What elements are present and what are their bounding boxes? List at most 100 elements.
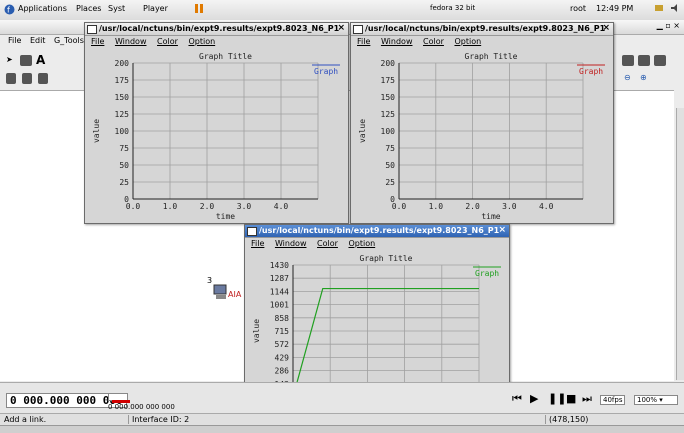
- plot-window-1-menu: File Window Color Option: [91, 37, 223, 46]
- x-tick-label: 0.0: [392, 202, 407, 211]
- plot-2-chart: Graph Title02550751001251501752000.0 1.0 2…: [358, 52, 605, 221]
- node-id: 3: [207, 276, 213, 285]
- x-tick-label: 3.0: [237, 202, 252, 211]
- y-tick-label: 1430: [270, 261, 289, 270]
- player-menu[interactable]: Player: [143, 4, 168, 13]
- y-axis-label: value: [92, 119, 101, 143]
- interface-id: Interface ID: 2: [128, 415, 189, 424]
- y-tick-label: 572: [275, 340, 290, 349]
- menu-edit[interactable]: Edit: [30, 36, 46, 45]
- zoom-value: 100%: [637, 396, 658, 404]
- applications-menu[interactable]: Applications: [18, 4, 67, 13]
- plot-window-1-titlebar[interactable]: /usr/local/nctuns/bin/expt9.results/expt…: [85, 23, 348, 36]
- y-tick-label: 1144: [270, 287, 289, 296]
- legend-label: Graph: [314, 67, 338, 76]
- zoom-select[interactable]: 100% ▾: [634, 395, 678, 405]
- places-menu[interactable]: Places: [76, 4, 101, 13]
- fedora-logo-icon[interactable]: f: [4, 4, 15, 17]
- close-icon[interactable]: ×: [337, 23, 345, 33]
- y-tick-label: 125: [115, 110, 130, 119]
- system-menu[interactable]: Syst: [108, 4, 125, 13]
- arrow-tool-icon[interactable]: ➤: [6, 55, 13, 64]
- y-tick-label: 1001: [270, 301, 289, 310]
- volume-icon[interactable]: [670, 3, 680, 15]
- menu-file[interactable]: File: [251, 239, 264, 248]
- y-tick-label: 429: [275, 353, 290, 362]
- stop-icon[interactable]: ■: [566, 392, 576, 405]
- tool-icon-a[interactable]: [622, 55, 634, 66]
- tool-icon-c[interactable]: [654, 55, 666, 66]
- menu-option[interactable]: Option: [188, 37, 215, 46]
- menu-color[interactable]: Color: [423, 37, 444, 46]
- menu-window[interactable]: Window: [275, 239, 307, 248]
- menu-window[interactable]: Window: [115, 37, 147, 46]
- menu-color[interactable]: Color: [157, 37, 178, 46]
- pause-button-icon[interactable]: ❚❚: [548, 392, 566, 405]
- vertical-scrollbar[interactable]: [676, 108, 684, 380]
- menu-file[interactable]: File: [91, 37, 104, 46]
- plot-window-1: /usr/local/nctuns/bin/expt9.results/expt…: [84, 22, 349, 224]
- menu-color[interactable]: Color: [317, 239, 338, 248]
- plot-window-2: /usr/local/nctuns/bin/expt9.results/expt…: [350, 22, 614, 224]
- menu-gtools[interactable]: G_Tools: [54, 36, 84, 45]
- y-tick-label: 200: [381, 59, 396, 68]
- x-axis-label: time: [216, 212, 235, 221]
- network-icon[interactable]: [654, 3, 664, 15]
- host-tool-icon[interactable]: [20, 55, 32, 66]
- y-tick-label: 175: [115, 76, 130, 85]
- window-title: /usr/local/nctuns/bin/expt9.results/expt…: [259, 226, 500, 235]
- forward-icon[interactable]: ⏭: [582, 392, 592, 406]
- pause-icon[interactable]: [194, 3, 204, 16]
- y-tick-label: 858: [275, 314, 290, 323]
- y-tick-label: 150: [115, 93, 130, 102]
- close-icon[interactable]: ×: [498, 225, 506, 235]
- hub-tool-icon[interactable]: [6, 73, 16, 84]
- switch-tool-icon[interactable]: [22, 73, 32, 84]
- plot-window-2-titlebar[interactable]: /usr/local/nctuns/bin/expt9.results/expt…: [351, 23, 613, 36]
- window-icon: [247, 227, 257, 236]
- rewind-icon[interactable]: ⏮: [512, 392, 522, 406]
- clock: 12:49 PM: [596, 4, 634, 13]
- x-tick-label: 1.0: [163, 202, 178, 211]
- y-tick-label: 125: [381, 110, 396, 119]
- y-tick-label: 200: [115, 59, 130, 68]
- window-title: /usr/local/nctuns/bin/expt9.results/expt…: [365, 24, 606, 33]
- zoom-in-icon[interactable]: ⊕: [640, 73, 647, 82]
- window-icon: [353, 25, 363, 34]
- router-tool-icon[interactable]: [38, 73, 48, 84]
- menu-window[interactable]: Window: [381, 37, 413, 46]
- menu-file[interactable]: File: [357, 37, 370, 46]
- x-tick-label: 2.0: [200, 202, 215, 211]
- close-icon[interactable]: ×: [602, 23, 610, 33]
- chart-title: Graph Title: [199, 52, 252, 61]
- window-controls[interactable]: ▁ ▫ ×: [657, 21, 680, 30]
- y-tick-label: 75: [119, 144, 129, 153]
- y-tick-label: 50: [119, 161, 129, 170]
- menu-option[interactable]: Option: [454, 37, 481, 46]
- control-bar: 0 000.000 000 000 0 000.000 000 000 ⏮ ▶ …: [0, 382, 684, 413]
- x-tick-label: 4.0: [539, 202, 554, 211]
- plot-window-3-titlebar[interactable]: /usr/local/nctuns/bin/expt9.results/expt…: [245, 225, 509, 238]
- legend-label: Graph: [579, 67, 603, 76]
- play-icon[interactable]: ▶: [530, 392, 538, 405]
- y-tick-label: 100: [381, 127, 396, 136]
- zoom-out-icon[interactable]: ⊖: [624, 73, 631, 82]
- text-tool-icon[interactable]: A: [36, 53, 45, 67]
- menu-file[interactable]: File: [8, 36, 21, 45]
- user-label: root: [570, 4, 587, 13]
- vm-name: fedora 32 bit: [430, 4, 476, 12]
- x-axis-label: time: [481, 212, 500, 221]
- tool-icon-b[interactable]: [638, 55, 650, 66]
- window-title: /usr/local/nctuns/bin/expt9.results/expt…: [99, 24, 340, 33]
- menu-option[interactable]: Option: [348, 239, 375, 248]
- x-tick-label: 3.0: [502, 202, 517, 211]
- x-tick-label: 4.0: [274, 202, 289, 211]
- chart-title: Graph Title: [360, 254, 413, 263]
- legend-label: Graph: [475, 269, 499, 278]
- fps-field[interactable]: 40fps: [600, 395, 626, 405]
- y-axis-label: value: [252, 319, 261, 343]
- top-panel: f Applications Places Syst Player fedora…: [0, 0, 684, 21]
- app-menubar: File Edit G_Tools: [8, 36, 90, 48]
- y-tick-label: 150: [381, 93, 396, 102]
- y-tick-label: 25: [119, 178, 129, 187]
